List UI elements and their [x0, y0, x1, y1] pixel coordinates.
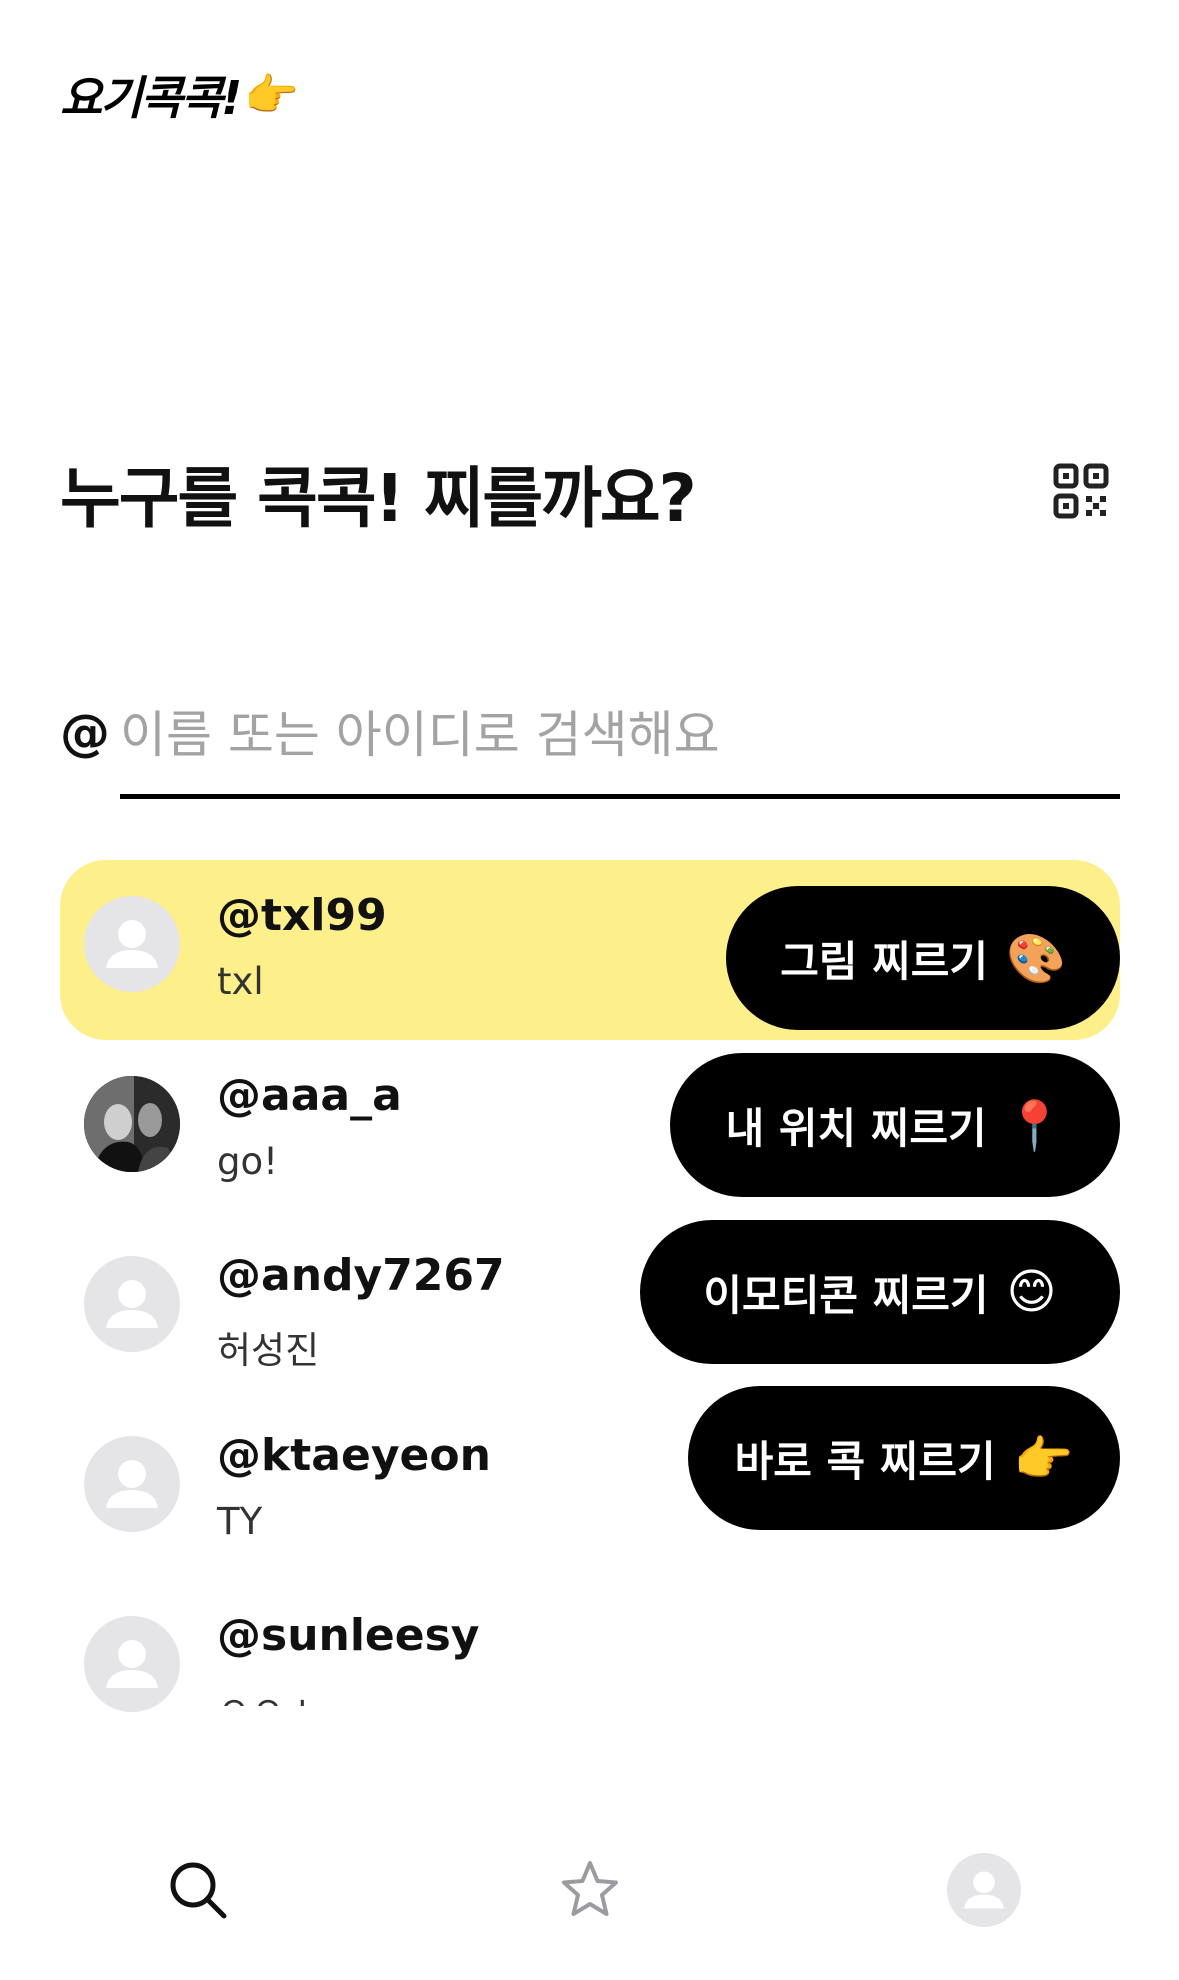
- user-handle: @txl99: [217, 890, 387, 941]
- avatar: [84, 1076, 180, 1172]
- user-name: ㅇㅇㅅ: [217, 1680, 319, 1706]
- user-handle: @andy7267: [217, 1250, 505, 1301]
- star-icon: [562, 1861, 618, 1916]
- app-logo: 요기콕콕! 👉: [60, 62, 299, 128]
- user-name: TY: [217, 1500, 263, 1543]
- tab-profile[interactable]: [934, 1840, 1034, 1940]
- app-screen: 요기콕콕! 👉 누구를 콕콕! 찌를까요? @ 이름 또는 아이디로 검색해요 …: [0, 0, 1179, 1980]
- poke-button-label: 그림 찌르기: [780, 936, 989, 986]
- avatar: [84, 1616, 180, 1712]
- at-prefix: @: [60, 704, 110, 762]
- pin-icon: 📍: [1004, 1097, 1065, 1154]
- user-row-aaa_a[interactable]: @aaa_a go! 내 위치 찌르기 📍: [60, 1040, 1120, 1220]
- palette-icon: 🎨: [1006, 930, 1066, 987]
- draw-poke-button[interactable]: 그림 찌르기 🎨: [726, 886, 1120, 1030]
- bottom-tab-bar: [0, 1840, 1179, 1950]
- smile-icon: 😊: [1006, 1264, 1057, 1320]
- location-poke-button[interactable]: 내 위치 찌르기 📍: [670, 1053, 1120, 1197]
- user-handle: @sunleesy: [217, 1610, 480, 1661]
- user-list: @txl99 txl 그림 찌르기 🎨 @aaa_a go! 내 위치 찌르기 …: [60, 860, 1120, 1760]
- pointing-hand-icon: 👉: [244, 70, 299, 121]
- tab-favorites[interactable]: [540, 1840, 640, 1940]
- search-bar: @: [60, 690, 1120, 800]
- avatar: [84, 896, 180, 992]
- default-avatar-icon: [106, 1640, 158, 1688]
- search-underline: [120, 794, 1120, 799]
- user-name: go!: [217, 1140, 278, 1183]
- poke-button-label: 이모티콘 찌르기: [703, 1270, 989, 1320]
- poke-button-label: 내 위치 찌르기: [725, 1103, 987, 1153]
- user-row-andy7267[interactable]: @andy7267 허성진 이모티콘 찌르기 😊: [60, 1220, 1120, 1400]
- default-avatar-icon: [106, 920, 158, 968]
- profile-icon: [947, 1853, 1021, 1927]
- user-row-txl99[interactable]: @txl99 txl 그림 찌르기 🎨: [60, 860, 1120, 1040]
- logo-text: 요기콕콕!: [60, 71, 242, 125]
- user-name: txl: [217, 960, 264, 1003]
- search-icon: [170, 1862, 227, 1919]
- user-row-sunleesy[interactable]: @sunleesy ㅇㅇㅅ: [60, 1580, 1120, 1760]
- qr-code-icon: [1053, 463, 1109, 519]
- pointing-hand-icon: 👉: [1013, 1430, 1074, 1487]
- default-avatar-icon: [106, 1280, 158, 1328]
- avatar: [84, 1436, 180, 1532]
- qr-code-button[interactable]: [1052, 462, 1110, 520]
- user-handle: @aaa_a: [217, 1070, 402, 1121]
- search-input[interactable]: [120, 690, 1120, 780]
- user-name: 허성진: [217, 1329, 320, 1372]
- avatar: [84, 1256, 180, 1352]
- quick-poke-button[interactable]: 바로 콕 찌르기 👉: [688, 1386, 1120, 1530]
- tab-search[interactable]: [148, 1840, 248, 1940]
- user-row-ktaeyeon[interactable]: @ktaeyeon TY 바로 콕 찌르기 👉: [60, 1386, 1120, 1580]
- poke-button-label: 바로 콕 찌르기: [734, 1436, 996, 1486]
- default-avatar-icon: [106, 1460, 158, 1508]
- user-handle: @ktaeyeon: [217, 1430, 491, 1481]
- page-title: 누구를 콕콕! 찌를까요?: [60, 460, 697, 537]
- emoticon-poke-button[interactable]: 이모티콘 찌르기 😊: [640, 1220, 1120, 1364]
- photo-avatar-icon: [84, 1076, 180, 1172]
